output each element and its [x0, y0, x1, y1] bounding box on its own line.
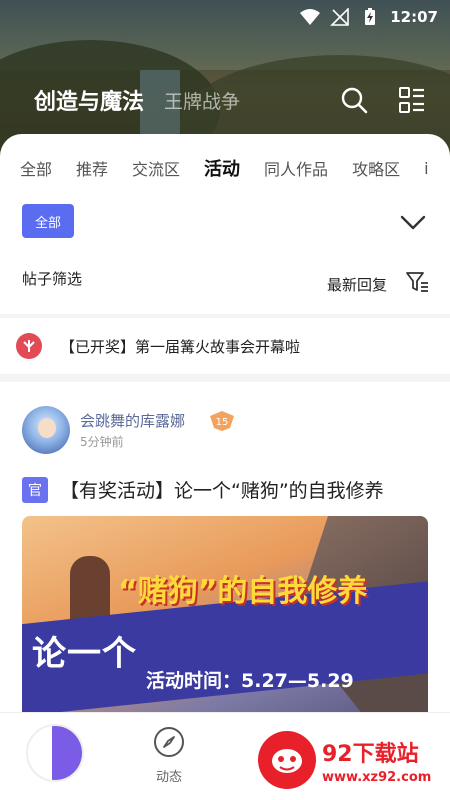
- app-avatar[interactable]: [26, 724, 84, 782]
- user-avatar[interactable]: [22, 406, 70, 454]
- level-number: 15: [216, 417, 229, 428]
- status-bar: 12:07: [0, 0, 450, 34]
- sort-latest-reply[interactable]: 最新回复: [327, 274, 387, 295]
- post-username[interactable]: 会跳舞的库露娜: [80, 410, 185, 431]
- post-title-row[interactable]: 官 【有奖活动】论一个“赌狗”的自我修养: [22, 476, 384, 503]
- tab-guides[interactable]: 攻略区: [352, 156, 400, 180]
- status-time: 12:07: [390, 8, 438, 26]
- menu-grid-icon[interactable]: [398, 86, 426, 114]
- watermark-title: 92下载站: [322, 741, 419, 767]
- tab-fan-works[interactable]: 同人作品: [264, 156, 328, 180]
- chevron-down-icon[interactable]: [398, 210, 428, 234]
- game-title-active[interactable]: 创造与魔法: [34, 84, 144, 116]
- search-icon[interactable]: [340, 86, 368, 114]
- header-actions: [340, 86, 426, 114]
- image-text-left: 论一个: [32, 634, 137, 674]
- game-title-secondary[interactable]: 王牌战争: [164, 87, 240, 114]
- nav-dynamic[interactable]: 动态: [150, 726, 188, 785]
- tab-more[interactable]: i: [424, 159, 428, 178]
- compass-icon: [154, 727, 184, 757]
- no-signal-icon: [330, 8, 350, 26]
- announcement-row[interactable]: 【已开奖】第一届篝火故事会开幕啦: [0, 318, 450, 374]
- announcement-text: 【已开奖】第一届篝火故事会开幕啦: [60, 337, 301, 356]
- filter-icon[interactable]: [405, 270, 429, 294]
- image-text-main: “赌狗”的自我修养: [118, 574, 368, 609]
- watermark-logo: [258, 731, 316, 789]
- title-row: 创造与魔法 王牌战争: [34, 80, 426, 120]
- tab-all[interactable]: 全部: [20, 156, 52, 180]
- tab-recommend[interactable]: 推荐: [76, 156, 108, 180]
- post-filter-label[interactable]: 帖子筛选: [22, 268, 82, 289]
- image-text-date: 活动时间：5.27—5.29: [146, 670, 354, 692]
- official-badge: 官: [22, 476, 48, 503]
- watermark-url: www.xz92.com: [322, 769, 432, 785]
- post-time: 5分钟前: [80, 435, 124, 449]
- filter-chip-all[interactable]: 全部: [22, 204, 74, 238]
- announcement-icon: [16, 333, 42, 359]
- tab-discussion[interactable]: 交流区: [132, 156, 180, 180]
- watermark: 92下载站 www.xz92.com: [258, 728, 444, 792]
- post-image[interactable]: 论一个 “赌狗”的自我修养 活动时间：5.27—5.29: [22, 516, 428, 712]
- battery-charging-icon: [365, 8, 376, 25]
- level-badge-icon: 15: [210, 411, 234, 431]
- nav-dynamic-label: 动态: [155, 770, 182, 785]
- post-title: 【有奖活动】论一个“赌狗”的自我修养: [60, 480, 384, 502]
- wifi-icon: [300, 9, 321, 25]
- category-tabs: 全部 推荐 交流区 活动 同人作品 攻略区 i: [0, 150, 450, 186]
- watermark-text: 92下载站 www.xz92.com: [322, 736, 431, 785]
- tab-events[interactable]: 活动: [204, 155, 240, 181]
